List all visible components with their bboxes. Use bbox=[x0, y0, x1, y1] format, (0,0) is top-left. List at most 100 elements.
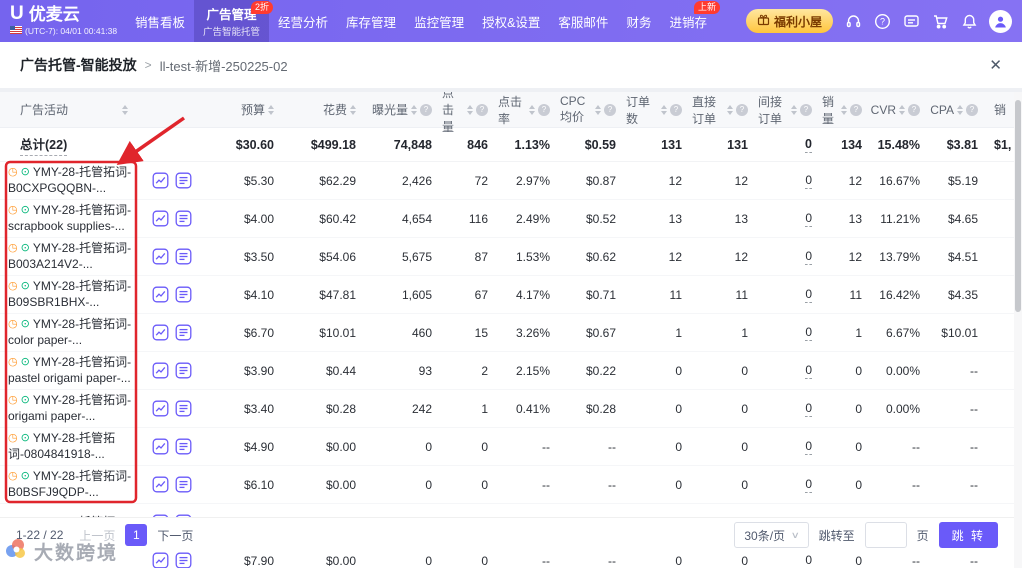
info-icon[interactable]: ? bbox=[476, 103, 488, 116]
info-icon[interactable]: ? bbox=[850, 103, 862, 116]
chart-action-icon[interactable] bbox=[152, 552, 169, 568]
info-icon[interactable]: ? bbox=[670, 103, 682, 116]
scrollbar-track[interactable] bbox=[1014, 92, 1022, 568]
log-action-icon[interactable] bbox=[175, 552, 192, 568]
campaign-name-line2[interactable]: B003A214V2-... bbox=[8, 257, 148, 272]
next-page-button[interactable]: 下一页 bbox=[157, 527, 193, 544]
sort-icon[interactable] bbox=[727, 104, 733, 115]
campaign-name-line2[interactable]: pastel origami paper-... bbox=[8, 371, 148, 386]
campaign-name[interactable]: YMY-28-托管拓词- bbox=[33, 469, 131, 484]
sort-desc-icon bbox=[791, 110, 797, 115]
cart-icon[interactable] bbox=[931, 12, 949, 30]
sort-icon[interactable] bbox=[529, 104, 535, 115]
campaign-name-line2[interactable]: origami paper-... bbox=[8, 409, 148, 424]
info-icon[interactable]: ? bbox=[736, 103, 748, 116]
jump-button[interactable]: 跳 转 bbox=[938, 522, 998, 548]
campaign-name[interactable]: YMY-28-托管拓 bbox=[33, 431, 115, 446]
log-action-icon[interactable] bbox=[175, 172, 192, 189]
log-action-icon[interactable] bbox=[175, 476, 192, 493]
sort-icon[interactable] bbox=[595, 104, 601, 115]
row-value: 11 bbox=[822, 276, 872, 313]
bell-icon[interactable] bbox=[960, 12, 978, 30]
sort-icon[interactable] bbox=[411, 104, 417, 115]
campaign-name-line2[interactable]: 词-0804841918-... bbox=[8, 447, 148, 462]
cell-value: 0 bbox=[481, 477, 488, 492]
campaign-name-line2[interactable]: B0CXPGQQBN-... bbox=[8, 181, 148, 196]
campaign-name[interactable]: YMY-28-托管拓词- bbox=[33, 203, 131, 218]
nav-item-7[interactable]: 财务 bbox=[617, 0, 660, 42]
campaign-name[interactable]: YMY-28-托管拓词- bbox=[33, 279, 131, 294]
chart-action-icon[interactable] bbox=[152, 210, 169, 227]
chart-action-icon[interactable] bbox=[152, 476, 169, 493]
campaign-name[interactable]: YMY-28-托管拓词- bbox=[33, 355, 131, 370]
sort-icon[interactable] bbox=[899, 104, 905, 115]
status-target-icon: ⊙ bbox=[20, 432, 30, 444]
nav-item-5[interactable]: 授权&设置 bbox=[473, 0, 549, 42]
nav-item-1[interactable]: 广告管理 广告智能托管 2折 bbox=[194, 0, 274, 42]
sort-icon[interactable] bbox=[791, 104, 797, 115]
nav-item-3[interactable]: 库存管理 bbox=[337, 0, 405, 42]
cell-value: 1,605 bbox=[401, 287, 432, 302]
cell-value: 13 bbox=[734, 211, 748, 226]
message-icon[interactable] bbox=[902, 12, 920, 30]
campaign-name[interactable]: YMY-28-托管拓词- bbox=[33, 165, 131, 180]
info-icon[interactable]: ? bbox=[908, 103, 920, 116]
chart-action-icon[interactable] bbox=[152, 172, 169, 189]
chart-action-icon[interactable] bbox=[152, 438, 169, 455]
log-action-icon[interactable] bbox=[175, 362, 192, 379]
sort-icon[interactable] bbox=[350, 104, 356, 115]
column-header-3: 曝光量? bbox=[366, 92, 442, 127]
sort-icon[interactable] bbox=[957, 104, 963, 115]
page-1-button[interactable]: 1 bbox=[125, 524, 148, 546]
info-icon[interactable]: ? bbox=[604, 103, 616, 116]
page-size-select[interactable]: 30条/页 ∨ bbox=[734, 522, 809, 548]
sort-icon[interactable] bbox=[841, 104, 847, 115]
campaign-name-line2[interactable]: scrapbook supplies-... bbox=[8, 219, 148, 234]
user-avatar[interactable] bbox=[989, 9, 1012, 33]
info-icon[interactable]: ? bbox=[966, 103, 978, 116]
chart-action-icon[interactable] bbox=[152, 324, 169, 341]
campaign-name[interactable]: YMY-28-托管拓词- bbox=[33, 317, 131, 332]
total-value: $3.81 bbox=[930, 128, 988, 161]
log-action-icon[interactable] bbox=[175, 286, 192, 303]
headset-icon[interactable] bbox=[844, 12, 862, 30]
cell-value: 242 bbox=[411, 401, 432, 416]
row-value: -- bbox=[930, 390, 988, 427]
nav-item-4[interactable]: 监控管理 bbox=[405, 0, 473, 42]
log-action-icon[interactable] bbox=[175, 324, 192, 341]
prev-page-button[interactable]: 上一页 bbox=[79, 527, 115, 544]
row-value: -- bbox=[498, 466, 560, 503]
chart-action-icon[interactable] bbox=[152, 248, 169, 265]
scrollbar-thumb[interactable] bbox=[1015, 100, 1021, 312]
chart-action-icon[interactable] bbox=[152, 362, 169, 379]
sort-icon[interactable] bbox=[661, 104, 667, 115]
cell-value: $3.50 bbox=[243, 249, 274, 264]
cell-value: $0.59 bbox=[584, 137, 616, 152]
cell-value: -- bbox=[970, 439, 978, 454]
campaign-name-line2[interactable]: B09SBR1BHX-... bbox=[8, 295, 148, 310]
close-icon[interactable]: ✕ bbox=[989, 56, 1002, 74]
sort-icon[interactable] bbox=[268, 104, 274, 115]
nav-item-8[interactable]: 进销存 上新 bbox=[660, 0, 720, 42]
welfare-button[interactable]: 福利小屋 bbox=[745, 9, 833, 33]
campaign-name-line2[interactable]: B0BSFJ9QDP-... bbox=[8, 485, 148, 500]
help-icon[interactable]: ? bbox=[873, 12, 891, 30]
info-icon[interactable]: ? bbox=[538, 103, 550, 116]
campaign-name[interactable]: YMY-28-托管拓词- bbox=[33, 393, 131, 408]
chart-action-icon[interactable] bbox=[152, 400, 169, 417]
nav-item-2[interactable]: 经营分析 bbox=[269, 0, 337, 42]
log-action-icon[interactable] bbox=[175, 438, 192, 455]
sort-icon[interactable] bbox=[467, 104, 473, 115]
nav-item-6[interactable]: 客服邮件 bbox=[549, 0, 617, 42]
nav-item-0[interactable]: 销售看板 bbox=[126, 0, 194, 42]
log-action-icon[interactable] bbox=[175, 210, 192, 227]
chart-action-icon[interactable] bbox=[152, 286, 169, 303]
campaign-name[interactable]: YMY-28-托管拓词- bbox=[33, 241, 131, 256]
log-action-icon[interactable] bbox=[175, 400, 192, 417]
info-icon[interactable]: ? bbox=[420, 103, 432, 116]
jump-page-input[interactable] bbox=[864, 522, 907, 548]
info-icon[interactable]: ? bbox=[800, 103, 812, 116]
sort-icon[interactable] bbox=[122, 104, 128, 115]
campaign-name-line2[interactable]: color paper-... bbox=[8, 333, 148, 348]
log-action-icon[interactable] bbox=[175, 248, 192, 265]
